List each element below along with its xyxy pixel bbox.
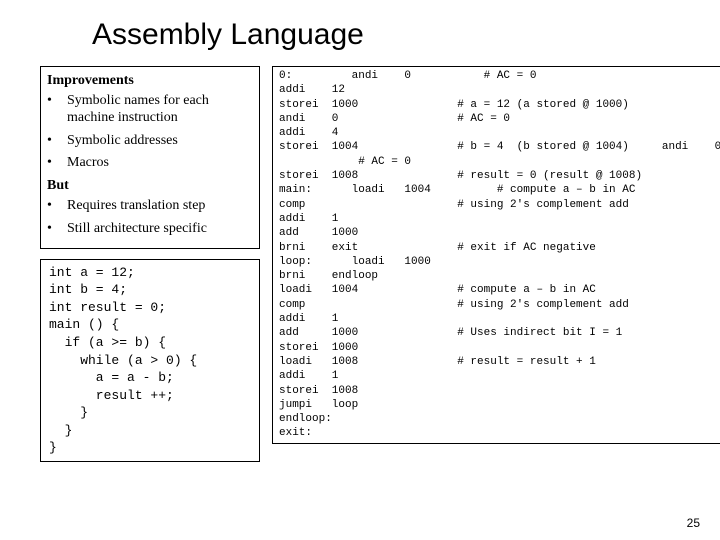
list-item: •Symbolic addresses	[47, 133, 253, 150]
c-code-box: int a = 12; int b = 4; int result = 0; m…	[40, 259, 260, 462]
improvements-heading: Improvements	[47, 73, 253, 89]
left-column: Improvements •Symbolic names for each ma…	[40, 66, 260, 462]
content-columns: Improvements •Symbolic names for each ma…	[40, 66, 696, 462]
improvements-list: •Symbolic names for each machine instruc…	[47, 93, 253, 172]
list-item: •Requires translation step	[47, 198, 253, 215]
list-item: •Macros	[47, 155, 253, 172]
page-title: Assembly Language	[92, 18, 696, 52]
list-item: •Symbolic names for each machine instruc…	[47, 93, 253, 127]
asm-code-box: 0: andi 0 # AC = 0 addi 12 storei 1000 #…	[272, 66, 720, 444]
but-heading: But	[47, 178, 253, 194]
right-column: 0: andi 0 # AC = 0 addi 12 storei 1000 #…	[272, 66, 720, 444]
but-list: •Requires translation step •Still archit…	[47, 198, 253, 238]
page-number: 25	[687, 516, 700, 530]
list-item: •Still architecture specific	[47, 221, 253, 238]
improvements-box: Improvements •Symbolic names for each ma…	[40, 66, 260, 249]
